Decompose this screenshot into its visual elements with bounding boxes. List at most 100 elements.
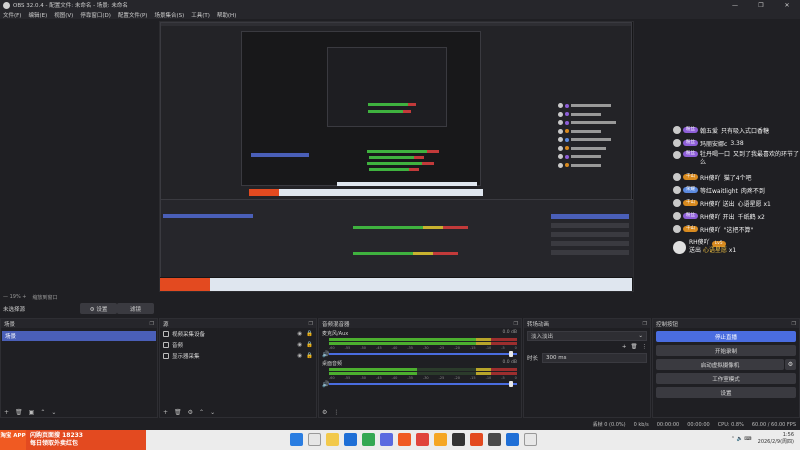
menu-help[interactable]: 帮助(H) (217, 11, 236, 19)
app-icon[interactable] (470, 433, 483, 446)
track-db: 0.0 dB (502, 360, 517, 365)
preview-area[interactable]: 粉丝 翰五爱 只有吸入式口香糖 粉丝 玛丽安娜c 3.38 粉丝 牡丹喝一口 又到… (0, 19, 800, 292)
source-item[interactable]: 显示器采集 ◉ 🔒 (160, 350, 316, 361)
chat-line: 千山 RH傻吖 猫了4个吧 (673, 172, 800, 182)
scale-tick-label: -40 (391, 376, 398, 380)
meter-clip-zone (490, 368, 517, 371)
visibility-icon[interactable]: ◉ (297, 353, 302, 359)
app-icon[interactable] (506, 433, 519, 446)
source-item[interactable]: 视频采集设备 ◉ 🔒 (160, 328, 316, 339)
dock-float-icon[interactable]: ❐ (150, 321, 154, 327)
menu-edit[interactable]: 编辑(E) (28, 11, 47, 19)
add-scene-icon[interactable]: + (4, 409, 9, 416)
source-settings-button[interactable]: ⚙ 设置 (80, 303, 117, 314)
start-icon[interactable] (290, 433, 303, 446)
app-icon[interactable] (524, 433, 537, 446)
obs-taskbar-icon[interactable] (452, 433, 465, 446)
menu-profile[interactable]: 配置文件(P) (118, 11, 148, 19)
stop-streaming-button[interactable]: 停止直播 (656, 331, 796, 342)
level-badge (565, 137, 569, 142)
source-filters-button[interactable]: 滤镜 (117, 303, 154, 314)
nested-docks (161, 199, 633, 277)
app-icon[interactable] (434, 433, 447, 446)
source-properties-icon[interactable]: ⚙ (188, 409, 193, 416)
menu-docks[interactable]: 停靠窗口(D) (80, 11, 111, 19)
nested-chat-text (571, 112, 601, 116)
duration-input[interactable]: 300 ms (542, 353, 647, 363)
duration-row: 时长 300 ms (527, 353, 647, 363)
nested-button (551, 223, 629, 228)
avatar (558, 145, 563, 151)
add-source-icon[interactable]: + (163, 409, 168, 416)
gift-notification: RH傻吖 Lv5 送出 心语星愿 x1 (673, 238, 800, 256)
maximize-button[interactable]: ❐ (748, 2, 774, 9)
app-icon[interactable] (488, 433, 501, 446)
gift-action: 送出 (689, 247, 702, 254)
nested-chat-text (571, 104, 611, 107)
delete-scene-icon[interactable]: 🗑 (15, 409, 23, 416)
dock-float-icon[interactable]: ❐ (643, 321, 647, 327)
volume-slider[interactable] (329, 353, 517, 355)
move-up-icon[interactable]: ⌃ (40, 409, 45, 416)
dock-float-icon[interactable]: ❐ (514, 321, 518, 327)
scene-filters-icon[interactable]: ▣ (29, 409, 35, 416)
app-icon[interactable] (416, 433, 429, 446)
monitor-icon (163, 352, 169, 359)
transition-menu-icon[interactable]: ⋮ (642, 344, 648, 350)
volume-slider-handle[interactable] (509, 351, 513, 357)
avatar (673, 186, 681, 194)
minimize-button[interactable]: — (722, 2, 748, 9)
mixer-menu-icon[interactable]: ⋮ (333, 409, 339, 416)
transition-value: 淡入淡出 (531, 334, 554, 340)
zoom-control[interactable]: — 19% + (3, 294, 26, 300)
app-icon[interactable] (398, 433, 411, 446)
level-badge: 千山 (683, 200, 698, 206)
move-down-icon[interactable]: ⌄ (51, 409, 56, 416)
zoom-fit-select[interactable]: 缩放到窗口 (32, 294, 57, 301)
start-recording-button[interactable]: 开始录制 (656, 345, 796, 356)
chat-username: 等红waitlight (700, 187, 738, 195)
dock-float-icon[interactable]: ❐ (309, 321, 313, 327)
move-up-icon[interactable]: ⌃ (199, 409, 204, 416)
scene-item[interactable]: 场景 (2, 331, 156, 341)
delete-source-icon[interactable]: 🗑 (174, 409, 182, 416)
volume-slider[interactable] (329, 383, 517, 385)
clock[interactable]: 1:56 2026/2/9(周四) (758, 432, 794, 446)
avatar (558, 111, 563, 117)
menu-scene-collection[interactable]: 场景集合(S) (154, 11, 184, 19)
file-explorer-icon[interactable] (326, 433, 339, 446)
visibility-icon[interactable]: ◉ (297, 342, 302, 348)
menu-tools[interactable]: 工具(T) (191, 11, 210, 19)
volume-slider-handle[interactable] (509, 381, 513, 387)
source-item[interactable]: 音频 ◉ 🔒 (160, 339, 316, 350)
menu-view[interactable]: 视图(V) (54, 11, 73, 19)
add-transition-icon[interactable]: + (622, 344, 627, 350)
dock-float-icon[interactable]: ❐ (792, 321, 796, 327)
start-virtual-camera-button[interactable]: 启动虚拟摄像机 (656, 359, 784, 370)
studio-mode-button[interactable]: 工作室模式 (656, 373, 796, 384)
move-down-icon[interactable]: ⌄ (210, 409, 215, 416)
edge-icon[interactable] (344, 433, 357, 446)
chat-line: 粉丝 翰五爱 只有吸入式口香糖 (673, 125, 800, 135)
nested-chat-line (558, 153, 633, 160)
lock-icon[interactable]: 🔒 (306, 342, 313, 348)
virtual-camera-settings-icon[interactable]: ⚙ (785, 359, 796, 370)
app-icon[interactable] (380, 433, 393, 446)
tray-icons[interactable]: ⌃ 🔈 ⌨ (731, 436, 752, 442)
nested-scene-selection (163, 214, 253, 218)
taobao-ad-banner[interactable]: 淘宝 APP 闪购页面搜 18233 每日领取外卖红包 (0, 430, 146, 450)
delete-transition-icon[interactable]: 🗑 (631, 344, 638, 350)
transition-select[interactable]: 淡入淡出 ⌄ (527, 331, 647, 341)
lock-icon[interactable]: 🔒 (306, 353, 313, 359)
settings-button[interactable]: 设置 (656, 387, 796, 398)
scale-tick-label: -50 (360, 346, 367, 350)
close-button[interactable]: ✕ (774, 2, 800, 9)
advanced-audio-icon[interactable]: ⚙ (322, 409, 327, 416)
title-bar: OBS 32.0.4 - 配置文件: 未命名 - 场景: 未命名 — ❐ ✕ (0, 0, 800, 10)
search-icon[interactable] (308, 433, 321, 446)
visibility-icon[interactable]: ◉ (297, 331, 302, 337)
chrome-icon[interactable] (362, 433, 375, 446)
lock-icon[interactable]: 🔒 (306, 331, 313, 337)
level-badge: 荣耀 (683, 187, 698, 193)
menu-file[interactable]: 文件(F) (3, 11, 21, 19)
